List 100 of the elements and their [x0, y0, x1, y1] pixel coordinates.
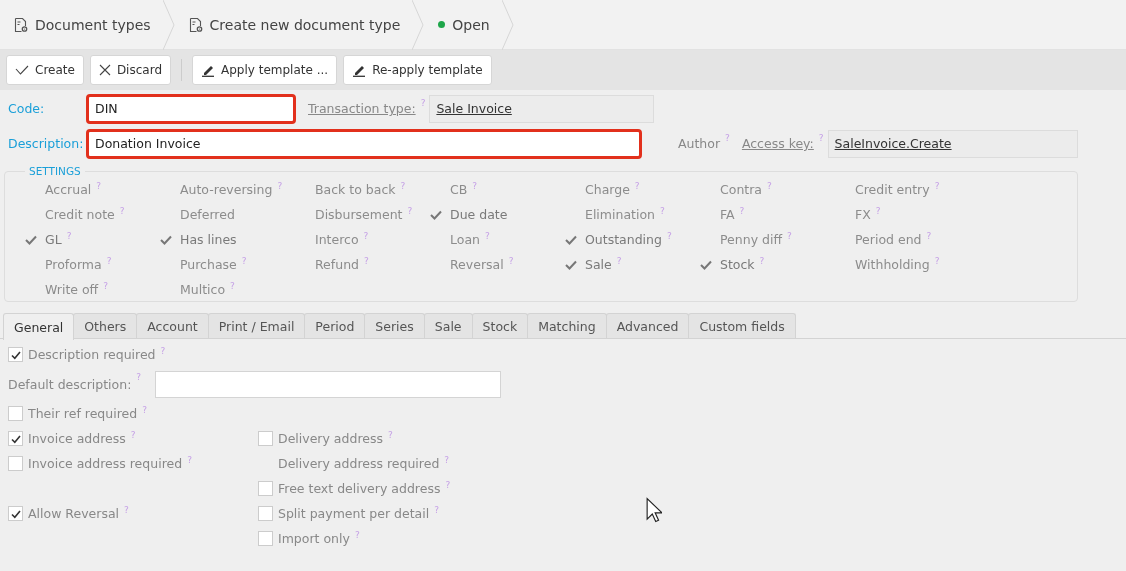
- help-mark[interactable]: ?: [934, 256, 940, 266]
- default-description-field[interactable]: [155, 370, 502, 398]
- tab[interactable]: General: [3, 313, 75, 340]
- setting-label[interactable]: Credit note: [45, 207, 115, 222]
- help-mark[interactable]: ?: [277, 181, 283, 191]
- help-mark[interactable]: ?: [420, 98, 426, 108]
- checkbox[interactable]: [8, 431, 23, 446]
- setting-label[interactable]: Period end: [855, 232, 922, 247]
- setting-label[interactable]: Stock: [720, 257, 755, 272]
- help-mark[interactable]: ?: [119, 206, 125, 216]
- template-button[interactable]: Re-apply template: [343, 55, 492, 85]
- checkbox[interactable]: [8, 347, 23, 362]
- help-mark[interactable]: ?: [230, 281, 235, 291]
- help-mark[interactable]: ?: [875, 206, 881, 216]
- setting-label[interactable]: Back to back: [315, 182, 396, 197]
- help-mark[interactable]: ?: [666, 231, 672, 241]
- help-mark[interactable]: ?: [725, 133, 730, 143]
- help-mark[interactable]: ?: [926, 231, 932, 241]
- code-field[interactable]: DIN: [86, 93, 296, 124]
- help-mark[interactable]: ?: [136, 372, 142, 382]
- tab[interactable]: Sale: [423, 313, 473, 338]
- help-mark[interactable]: ?: [444, 455, 450, 465]
- setting-label[interactable]: Multico: [180, 282, 226, 297]
- breadcrumb[interactable]: Create new document type: [174, 0, 413, 49]
- setting-label[interactable]: Charge: [585, 182, 630, 197]
- help-mark[interactable]: ?: [445, 480, 451, 490]
- access-key-field[interactable]: SaleInvoice.Create: [827, 129, 1078, 158]
- setting-label[interactable]: FX: [855, 207, 871, 222]
- help-mark[interactable]: ?: [934, 181, 940, 191]
- discard-button[interactable]: Discard: [89, 55, 171, 85]
- tab[interactable]: Others: [73, 313, 138, 338]
- tab[interactable]: Account: [136, 313, 209, 338]
- setting-label[interactable]: Deferred: [180, 207, 235, 222]
- setting-label[interactable]: Credit entry: [855, 182, 930, 197]
- tab[interactable]: Matching: [527, 313, 607, 338]
- help-mark[interactable]: ?: [660, 206, 665, 216]
- create-button[interactable]: Create: [6, 55, 84, 85]
- tab[interactable]: Custom fields: [688, 313, 796, 338]
- breadcrumb[interactable]: Open: [424, 0, 502, 49]
- field-label[interactable]: Access key:: [741, 136, 814, 151]
- help-mark[interactable]: ?: [767, 181, 772, 191]
- setting-label[interactable]: Elimination: [585, 207, 656, 222]
- setting-label[interactable]: GL: [45, 232, 62, 247]
- setting-label[interactable]: Loan: [450, 232, 480, 247]
- help-mark[interactable]: ?: [787, 231, 792, 241]
- setting-label[interactable]: FA: [720, 207, 735, 222]
- help-mark[interactable]: ?: [103, 281, 109, 291]
- help-mark[interactable]: ?: [66, 231, 72, 241]
- checkbox[interactable]: [258, 481, 273, 496]
- checkbox[interactable]: [258, 431, 273, 446]
- help-mark[interactable]: ?: [142, 405, 147, 415]
- tab[interactable]: Advanced: [605, 313, 690, 338]
- template-button[interactable]: Apply template ...: [192, 55, 338, 85]
- setting-label[interactable]: Withholding: [855, 257, 930, 272]
- checkbox[interactable]: [8, 456, 23, 471]
- help-mark[interactable]: ?: [508, 256, 514, 266]
- help-mark[interactable]: ?: [354, 530, 360, 540]
- help-mark[interactable]: ?: [472, 181, 478, 191]
- setting-label[interactable]: Reversal: [450, 257, 504, 272]
- help-mark[interactable]: ?: [241, 256, 247, 266]
- help-mark[interactable]: ?: [634, 181, 640, 191]
- setting-label[interactable]: Refund: [315, 257, 359, 272]
- setting-label[interactable]: Write off: [45, 282, 99, 297]
- description-field[interactable]: Donation Invoice: [86, 128, 642, 159]
- setting-label[interactable]: Proforma: [45, 257, 102, 272]
- help-mark[interactable]: ?: [187, 455, 192, 465]
- setting-label[interactable]: Auto-reversing: [180, 182, 273, 197]
- setting-label[interactable]: Accrual: [45, 182, 92, 197]
- setting-label[interactable]: Sale: [585, 257, 612, 272]
- checkbox[interactable]: [8, 406, 23, 421]
- tab[interactable]: Series: [364, 313, 425, 338]
- setting-label[interactable]: Contra: [720, 182, 762, 197]
- help-mark[interactable]: ?: [400, 181, 406, 191]
- help-mark[interactable]: ?: [485, 231, 490, 241]
- help-mark[interactable]: ?: [364, 256, 369, 266]
- help-mark[interactable]: ?: [616, 256, 622, 266]
- help-mark[interactable]: ?: [130, 430, 136, 440]
- checkbox[interactable]: [258, 506, 273, 521]
- setting-label[interactable]: Due date: [450, 207, 508, 222]
- transaction-type-field[interactable]: Sale Invoice: [429, 94, 655, 123]
- help-mark[interactable]: ?: [434, 505, 439, 515]
- tab[interactable]: Period: [304, 313, 366, 338]
- help-mark[interactable]: ?: [124, 505, 129, 515]
- help-mark[interactable]: ?: [407, 206, 413, 216]
- help-mark[interactable]: ?: [160, 346, 166, 356]
- field-label[interactable]: Transaction type:: [308, 101, 416, 116]
- setting-label[interactable]: Interco: [315, 232, 359, 247]
- setting-label[interactable]: Penny diff: [720, 232, 783, 247]
- setting-label[interactable]: Purchase: [180, 257, 237, 272]
- help-mark[interactable]: ?: [106, 256, 112, 266]
- help-mark[interactable]: ?: [818, 133, 824, 143]
- tab[interactable]: Print / Email: [207, 313, 306, 338]
- setting-label[interactable]: CB: [450, 182, 468, 197]
- checkbox[interactable]: [8, 506, 23, 521]
- help-mark[interactable]: ?: [759, 256, 765, 266]
- help-mark[interactable]: ?: [363, 231, 369, 241]
- help-mark[interactable]: ?: [96, 181, 102, 191]
- breadcrumb[interactable]: Document types: [0, 0, 163, 49]
- tab[interactable]: Stock: [471, 313, 529, 338]
- setting-label[interactable]: Disbursement: [315, 207, 403, 222]
